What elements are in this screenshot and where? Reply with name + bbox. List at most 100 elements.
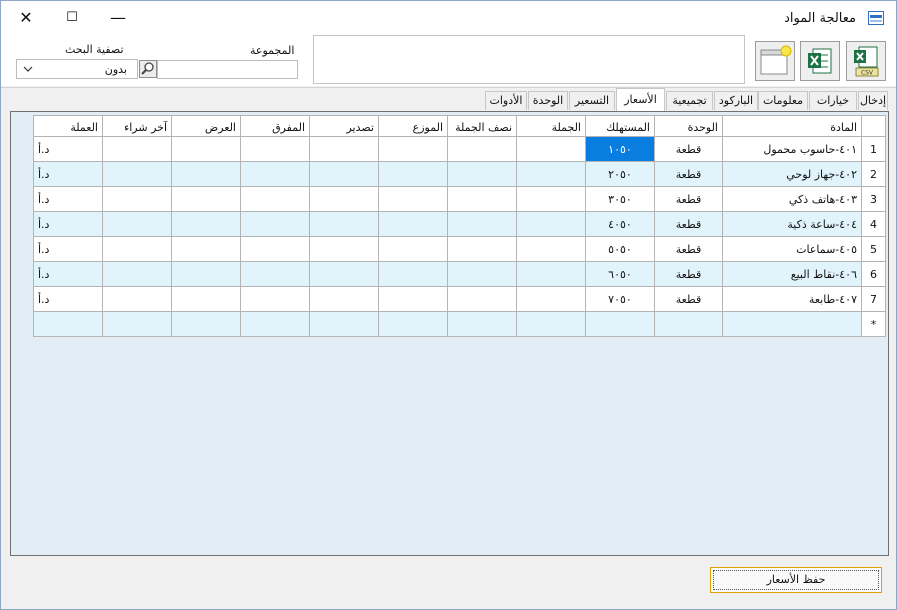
cell-price[interactable] — [378, 161, 448, 187]
cell-currency[interactable]: د.أ — [33, 136, 103, 162]
cell-price[interactable] — [516, 161, 586, 187]
cell-price[interactable] — [378, 136, 448, 162]
cell-price[interactable] — [447, 136, 517, 162]
row-header[interactable]: 7 — [861, 286, 886, 312]
row-header[interactable]: 1 — [861, 136, 886, 162]
cell-empty[interactable] — [309, 311, 379, 337]
cell-consumer-price[interactable]: ٦٠٥٠ — [585, 261, 655, 287]
cell-empty[interactable] — [378, 311, 448, 337]
cell-item[interactable]: ٤٠١-حاسوب محمول — [722, 136, 862, 162]
cell-price[interactable] — [171, 136, 241, 162]
cell-item[interactable]: ٤٠٦-نقاط البيع — [722, 261, 862, 287]
column-header[interactable]: نصف الجملة — [447, 115, 517, 137]
cell-price[interactable] — [447, 286, 517, 312]
cell-price[interactable] — [309, 261, 379, 287]
cell-price[interactable] — [240, 286, 310, 312]
cell-price[interactable] — [516, 286, 586, 312]
row-header[interactable]: 4 — [861, 211, 886, 237]
cell-price[interactable] — [102, 286, 172, 312]
cell-price[interactable] — [516, 186, 586, 212]
column-header[interactable]: الوحدة — [654, 115, 723, 137]
cell-price[interactable] — [378, 286, 448, 312]
new-document-button[interactable] — [755, 41, 795, 81]
cell-empty[interactable] — [654, 311, 723, 337]
tab-info[interactable]: معلومات — [758, 91, 808, 110]
cell-price[interactable] — [309, 236, 379, 262]
tab-entry[interactable]: إدخال — [858, 91, 888, 110]
cell-price[interactable] — [447, 211, 517, 237]
export-excel-button[interactable] — [800, 41, 840, 81]
row-header[interactable]: 2 — [861, 161, 886, 187]
cell-currency[interactable]: د.أ — [33, 286, 103, 312]
cell-unit[interactable]: قطعة — [654, 211, 723, 237]
cell-consumer-price[interactable]: ٧٠٥٠ — [585, 286, 655, 312]
tab-aggregate[interactable]: تجميعية — [666, 91, 713, 110]
cell-empty[interactable] — [33, 311, 103, 337]
cell-price[interactable] — [171, 261, 241, 287]
maximize-button[interactable]: ☐ — [60, 7, 84, 29]
cell-unit[interactable]: قطعة — [654, 261, 723, 287]
search-filter-select[interactable]: بدون — [16, 59, 138, 79]
cell-price[interactable] — [378, 261, 448, 287]
cell-currency[interactable]: د.أ — [33, 186, 103, 212]
cell-currency[interactable]: د.أ — [33, 261, 103, 287]
cell-empty[interactable] — [447, 311, 517, 337]
cell-price[interactable] — [171, 236, 241, 262]
cell-price[interactable] — [378, 211, 448, 237]
cell-empty[interactable] — [722, 311, 862, 337]
cell-price[interactable] — [102, 136, 172, 162]
minimize-button[interactable]: — — [106, 7, 130, 29]
tab-unit[interactable]: الوحدة — [528, 91, 568, 110]
cell-price[interactable] — [240, 211, 310, 237]
cell-price[interactable] — [309, 286, 379, 312]
cell-price[interactable] — [102, 211, 172, 237]
cell-price[interactable] — [240, 161, 310, 187]
row-header[interactable]: 5 — [861, 236, 886, 262]
cell-price[interactable] — [309, 186, 379, 212]
cell-price[interactable] — [378, 236, 448, 262]
column-header[interactable]: المستهلك — [585, 115, 655, 137]
cell-price[interactable] — [516, 136, 586, 162]
cell-price[interactable] — [240, 261, 310, 287]
tab-tools[interactable]: الأدوات — [485, 91, 527, 110]
notes-box[interactable] — [313, 35, 745, 84]
tab-barcode[interactable]: الباركود — [714, 91, 758, 110]
save-prices-button[interactable]: حفظ الأسعار — [710, 567, 882, 593]
tab-prices[interactable]: الأسعار — [616, 88, 665, 111]
cell-item[interactable]: ٤٠٥-سماعات — [722, 236, 862, 262]
cell-consumer-price[interactable]: ٥٠٥٠ — [585, 236, 655, 262]
tab-pricing[interactable]: التسعير — [569, 91, 615, 110]
column-header[interactable]: الجملة — [516, 115, 586, 137]
column-header[interactable]: آخر شراء — [102, 115, 172, 137]
cell-consumer-price[interactable]: ١٠٥٠ — [585, 136, 655, 162]
cell-unit[interactable]: قطعة — [654, 236, 723, 262]
cell-price[interactable] — [447, 261, 517, 287]
cell-price[interactable] — [447, 161, 517, 187]
cell-empty[interactable] — [102, 311, 172, 337]
column-header[interactable]: المفرق — [240, 115, 310, 137]
tab-options[interactable]: خيارات — [809, 91, 857, 110]
cell-consumer-price[interactable]: ٢٠٥٠ — [585, 161, 655, 187]
cell-currency[interactable]: د.أ — [33, 211, 103, 237]
cell-price[interactable] — [447, 186, 517, 212]
cell-currency[interactable]: د.أ — [33, 161, 103, 187]
export-csv-button[interactable]: CSV — [846, 41, 886, 81]
group-lookup-button[interactable] — [139, 60, 157, 78]
cell-empty[interactable] — [240, 311, 310, 337]
cell-empty[interactable] — [585, 311, 655, 337]
cell-price[interactable] — [309, 136, 379, 162]
cell-item[interactable]: ٤٠٧-طابعة — [722, 286, 862, 312]
cell-price[interactable] — [171, 211, 241, 237]
cell-price[interactable] — [102, 236, 172, 262]
cell-price[interactable] — [102, 186, 172, 212]
cell-currency[interactable]: د.أ — [33, 236, 103, 262]
cell-consumer-price[interactable]: ٣٠٥٠ — [585, 186, 655, 212]
cell-item[interactable]: ٤٠٤-ساعة ذكية — [722, 211, 862, 237]
cell-item[interactable]: ٤٠٢-جهاز لوحي — [722, 161, 862, 187]
cell-price[interactable] — [102, 161, 172, 187]
cell-price[interactable] — [240, 136, 310, 162]
column-header[interactable]: الموزع — [378, 115, 448, 137]
cell-unit[interactable]: قطعة — [654, 286, 723, 312]
close-button[interactable]: ✕ — [14, 7, 38, 29]
column-header[interactable]: تصدير — [309, 115, 379, 137]
